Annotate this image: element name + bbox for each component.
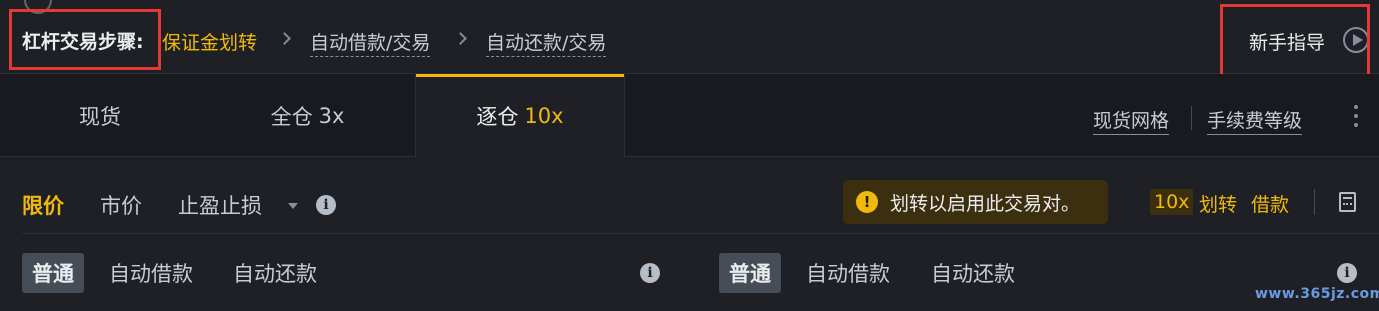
highlight-box-steps [9,9,161,70]
leverage-badge: 10x [1150,189,1194,215]
step-auto-repay[interactable]: 自动还款/交易 [486,28,607,57]
tab-spot[interactable]: 现货 [0,74,200,157]
tab-spot-label: 现货 [79,104,121,129]
trading-steps-bar: 杠杆交易步骤: 保证金划转 自动借款/交易 自动还款/交易 新手指导 [0,0,1379,88]
kebab-icon[interactable] [1354,105,1359,131]
tab-cross-margin[interactable]: 全仓 3x [200,74,415,157]
info-icon[interactable]: i [1337,263,1357,283]
transfer-notice: ! 划转以启用此交易对。 [843,180,1108,224]
tab-cross-label: 全仓 [270,104,313,129]
sell-mode-auto-borrow[interactable]: 自动借款 [806,253,890,293]
calculator-icon[interactable] [1339,192,1356,212]
info-icon[interactable]: i [640,263,660,283]
tab-isolated-label: 逐仓 [476,104,519,129]
tab-isolated-leverage: 10x [524,103,564,128]
step-auto-borrow[interactable]: 自动借款/交易 [310,28,431,57]
divider [1191,106,1192,130]
transfer-button[interactable]: 划转 [1199,190,1237,217]
order-type-market[interactable]: 市价 [100,190,142,220]
tab-cross-leverage: 3x [318,103,345,128]
info-icon[interactable]: i [316,195,336,215]
warning-icon: ! [856,191,878,213]
step-margin-transfer[interactable]: 保证金划转 [162,28,257,55]
margin-mode-tabs: 现货 全仓 3x 逐仓 10x [0,74,1379,157]
margin-trading-panel: 杠杆交易步骤: 保证金划转 自动借款/交易 自动还款/交易 新手指导 现货 全仓… [0,0,1379,311]
order-type-stop-limit[interactable]: 止盈止损 [178,190,262,220]
tab-isolated-margin[interactable]: 逐仓 10x [415,74,625,157]
divider [1314,189,1315,215]
borrow-button[interactable]: 借款 [1251,190,1289,217]
buy-mode-normal[interactable]: 普通 [22,253,84,293]
buy-mode-auto-borrow[interactable]: 自动借款 [109,253,193,293]
spot-grid-link[interactable]: 现货网格 [1093,106,1170,135]
watermark: www.365jz.com [1255,286,1379,302]
notice-text: 划转以启用此交易对。 [890,192,1081,215]
buy-mode-auto-repay[interactable]: 自动还款 [233,253,317,293]
sell-mode-auto-repay[interactable]: 自动还款 [931,253,1015,293]
chevron-right-icon [278,32,291,45]
sell-mode-normal[interactable]: 普通 [719,253,781,293]
fee-level-link[interactable]: 手续费等级 [1207,106,1303,135]
chevron-down-icon[interactable] [288,203,298,209]
order-type-limit[interactable]: 限价 [22,190,64,220]
chevron-right-icon [454,32,467,45]
divider [22,233,1379,234]
order-form-panel [0,157,1379,311]
